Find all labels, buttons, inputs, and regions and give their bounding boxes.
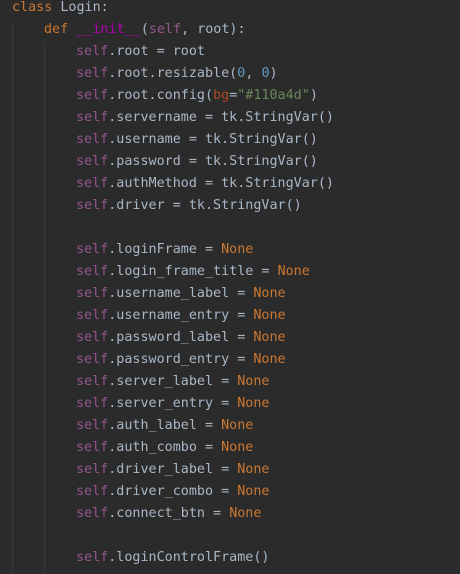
code-token: None <box>277 264 310 279</box>
code-token: .auth_combo = <box>108 440 222 455</box>
code-token: .password_label = <box>108 330 254 345</box>
code-line[interactable]: self.server_entry = None <box>76 393 270 415</box>
code-token: bg <box>213 88 230 103</box>
code-token: .auth_label = <box>108 418 222 433</box>
code-line[interactable]: self.loginControlFrame() <box>76 547 270 569</box>
code-token: None <box>229 506 262 521</box>
code-token: .username = tk.StringVar() <box>108 132 318 147</box>
code-token: self <box>76 110 109 125</box>
code-line[interactable]: self.login_frame_title = None <box>76 261 310 283</box>
code-token: Login: <box>52 0 109 15</box>
code-token: self <box>76 396 109 411</box>
code-line[interactable]: class Login: <box>12 0 109 19</box>
code-editor[interactable]: class Login: def __init__(self, root): sel… <box>0 0 460 574</box>
code-token: ) <box>269 66 278 81</box>
code-line[interactable]: self.auth_label = None <box>76 415 253 437</box>
code-token: .root.config( <box>108 88 214 103</box>
code-token: None <box>237 484 270 499</box>
code-token: .username_label = <box>108 286 254 301</box>
code-token: ) <box>309 88 318 103</box>
code-token: self <box>76 66 109 81</box>
code-token: None <box>237 374 270 389</box>
indent-guide <box>44 44 45 574</box>
code-line[interactable]: self.password_entry = None <box>76 349 286 371</box>
code-token: .servername = tk.StringVar() <box>108 110 334 125</box>
code-line[interactable]: self.password = tk.StringVar() <box>76 151 318 173</box>
code-token: .server_entry = <box>108 396 238 411</box>
code-line[interactable]: self.server_label = None <box>76 371 270 393</box>
code-line[interactable]: self.driver_combo = None <box>76 481 270 503</box>
code-line[interactable]: self.driver_label = None <box>76 459 270 481</box>
code-token: self <box>76 264 109 279</box>
code-token: .password_entry = <box>108 352 254 367</box>
code-token: self <box>76 88 109 103</box>
code-token: .root = root <box>108 44 205 59</box>
code-line[interactable]: self.servername = tk.StringVar() <box>76 107 334 129</box>
code-line[interactable]: self.auth_combo = None <box>76 437 253 459</box>
code-token: self <box>76 484 109 499</box>
code-token: .server_label = <box>108 374 238 389</box>
code-token: None <box>253 352 286 367</box>
code-token: None <box>253 330 286 345</box>
code-line[interactable]: self.username_label = None <box>76 283 286 305</box>
code-token: class <box>12 0 53 15</box>
code-token: self <box>76 44 109 59</box>
code-line[interactable]: self.username = tk.StringVar() <box>76 129 318 151</box>
code-token: .authMethod = tk.StringVar() <box>108 176 334 191</box>
code-line[interactable]: self.connect_btn = None <box>76 503 261 525</box>
code-token: self <box>76 330 109 345</box>
code-token: .driver = tk.StringVar() <box>108 198 302 213</box>
code-token: , <box>245 66 262 81</box>
code-line[interactable]: self.loginFrame = None <box>76 239 253 261</box>
code-token: .username_entry = <box>108 308 254 323</box>
code-line[interactable]: self.username_entry = None <box>76 305 286 327</box>
code-token: .connect_btn = <box>108 506 230 521</box>
code-token: .loginControlFrame() <box>108 550 270 565</box>
code-token: self <box>76 154 109 169</box>
code-token: self <box>148 22 182 37</box>
code-token: 0 <box>261 66 270 81</box>
code-token: .loginFrame = <box>108 242 222 257</box>
code-token: .driver_label = <box>108 462 238 477</box>
code-line[interactable]: self.authMethod = tk.StringVar() <box>76 173 334 195</box>
code-token: self <box>76 506 109 521</box>
code-token: None <box>237 462 270 477</box>
code-token: .root.resizable( <box>108 66 238 81</box>
code-token: self <box>76 132 109 147</box>
code-token: None <box>221 440 254 455</box>
code-line[interactable]: self.driver = tk.StringVar() <box>76 195 302 217</box>
code-line[interactable]: def __init__(self, root): <box>44 19 246 41</box>
code-token: self <box>76 462 109 477</box>
code-token: , root): <box>181 22 246 37</box>
code-token: self <box>76 286 109 301</box>
code-token: self <box>76 352 109 367</box>
code-token: ( <box>140 22 149 37</box>
code-token: self <box>76 198 109 213</box>
code-token: .driver_combo = <box>108 484 238 499</box>
code-token: self <box>76 242 109 257</box>
code-token: None <box>253 308 286 323</box>
code-token: self <box>76 418 109 433</box>
code-token: self <box>76 374 109 389</box>
code-token: self <box>76 550 109 565</box>
code-token: .login_frame_title = <box>108 264 278 279</box>
code-line[interactable]: self.root.resizable(0, 0) <box>76 63 278 85</box>
indent-guide <box>12 22 13 574</box>
code-token: None <box>221 418 254 433</box>
code-token: None <box>221 242 254 257</box>
code-token: "#110a4d" <box>237 88 310 103</box>
code-line[interactable]: self.root = root <box>76 41 205 63</box>
code-line[interactable]: self.password_label = None <box>76 327 286 349</box>
code-token: .password = tk.StringVar() <box>108 154 318 169</box>
code-token: __init__ <box>76 22 141 37</box>
code-token: None <box>237 396 270 411</box>
code-line[interactable]: self.root.config(bg="#110a4d") <box>76 85 318 107</box>
code-token: self <box>76 176 109 191</box>
code-token: self <box>76 308 109 323</box>
code-token: None <box>253 286 286 301</box>
code-token: self <box>76 440 109 455</box>
code-token: def <box>44 22 69 37</box>
